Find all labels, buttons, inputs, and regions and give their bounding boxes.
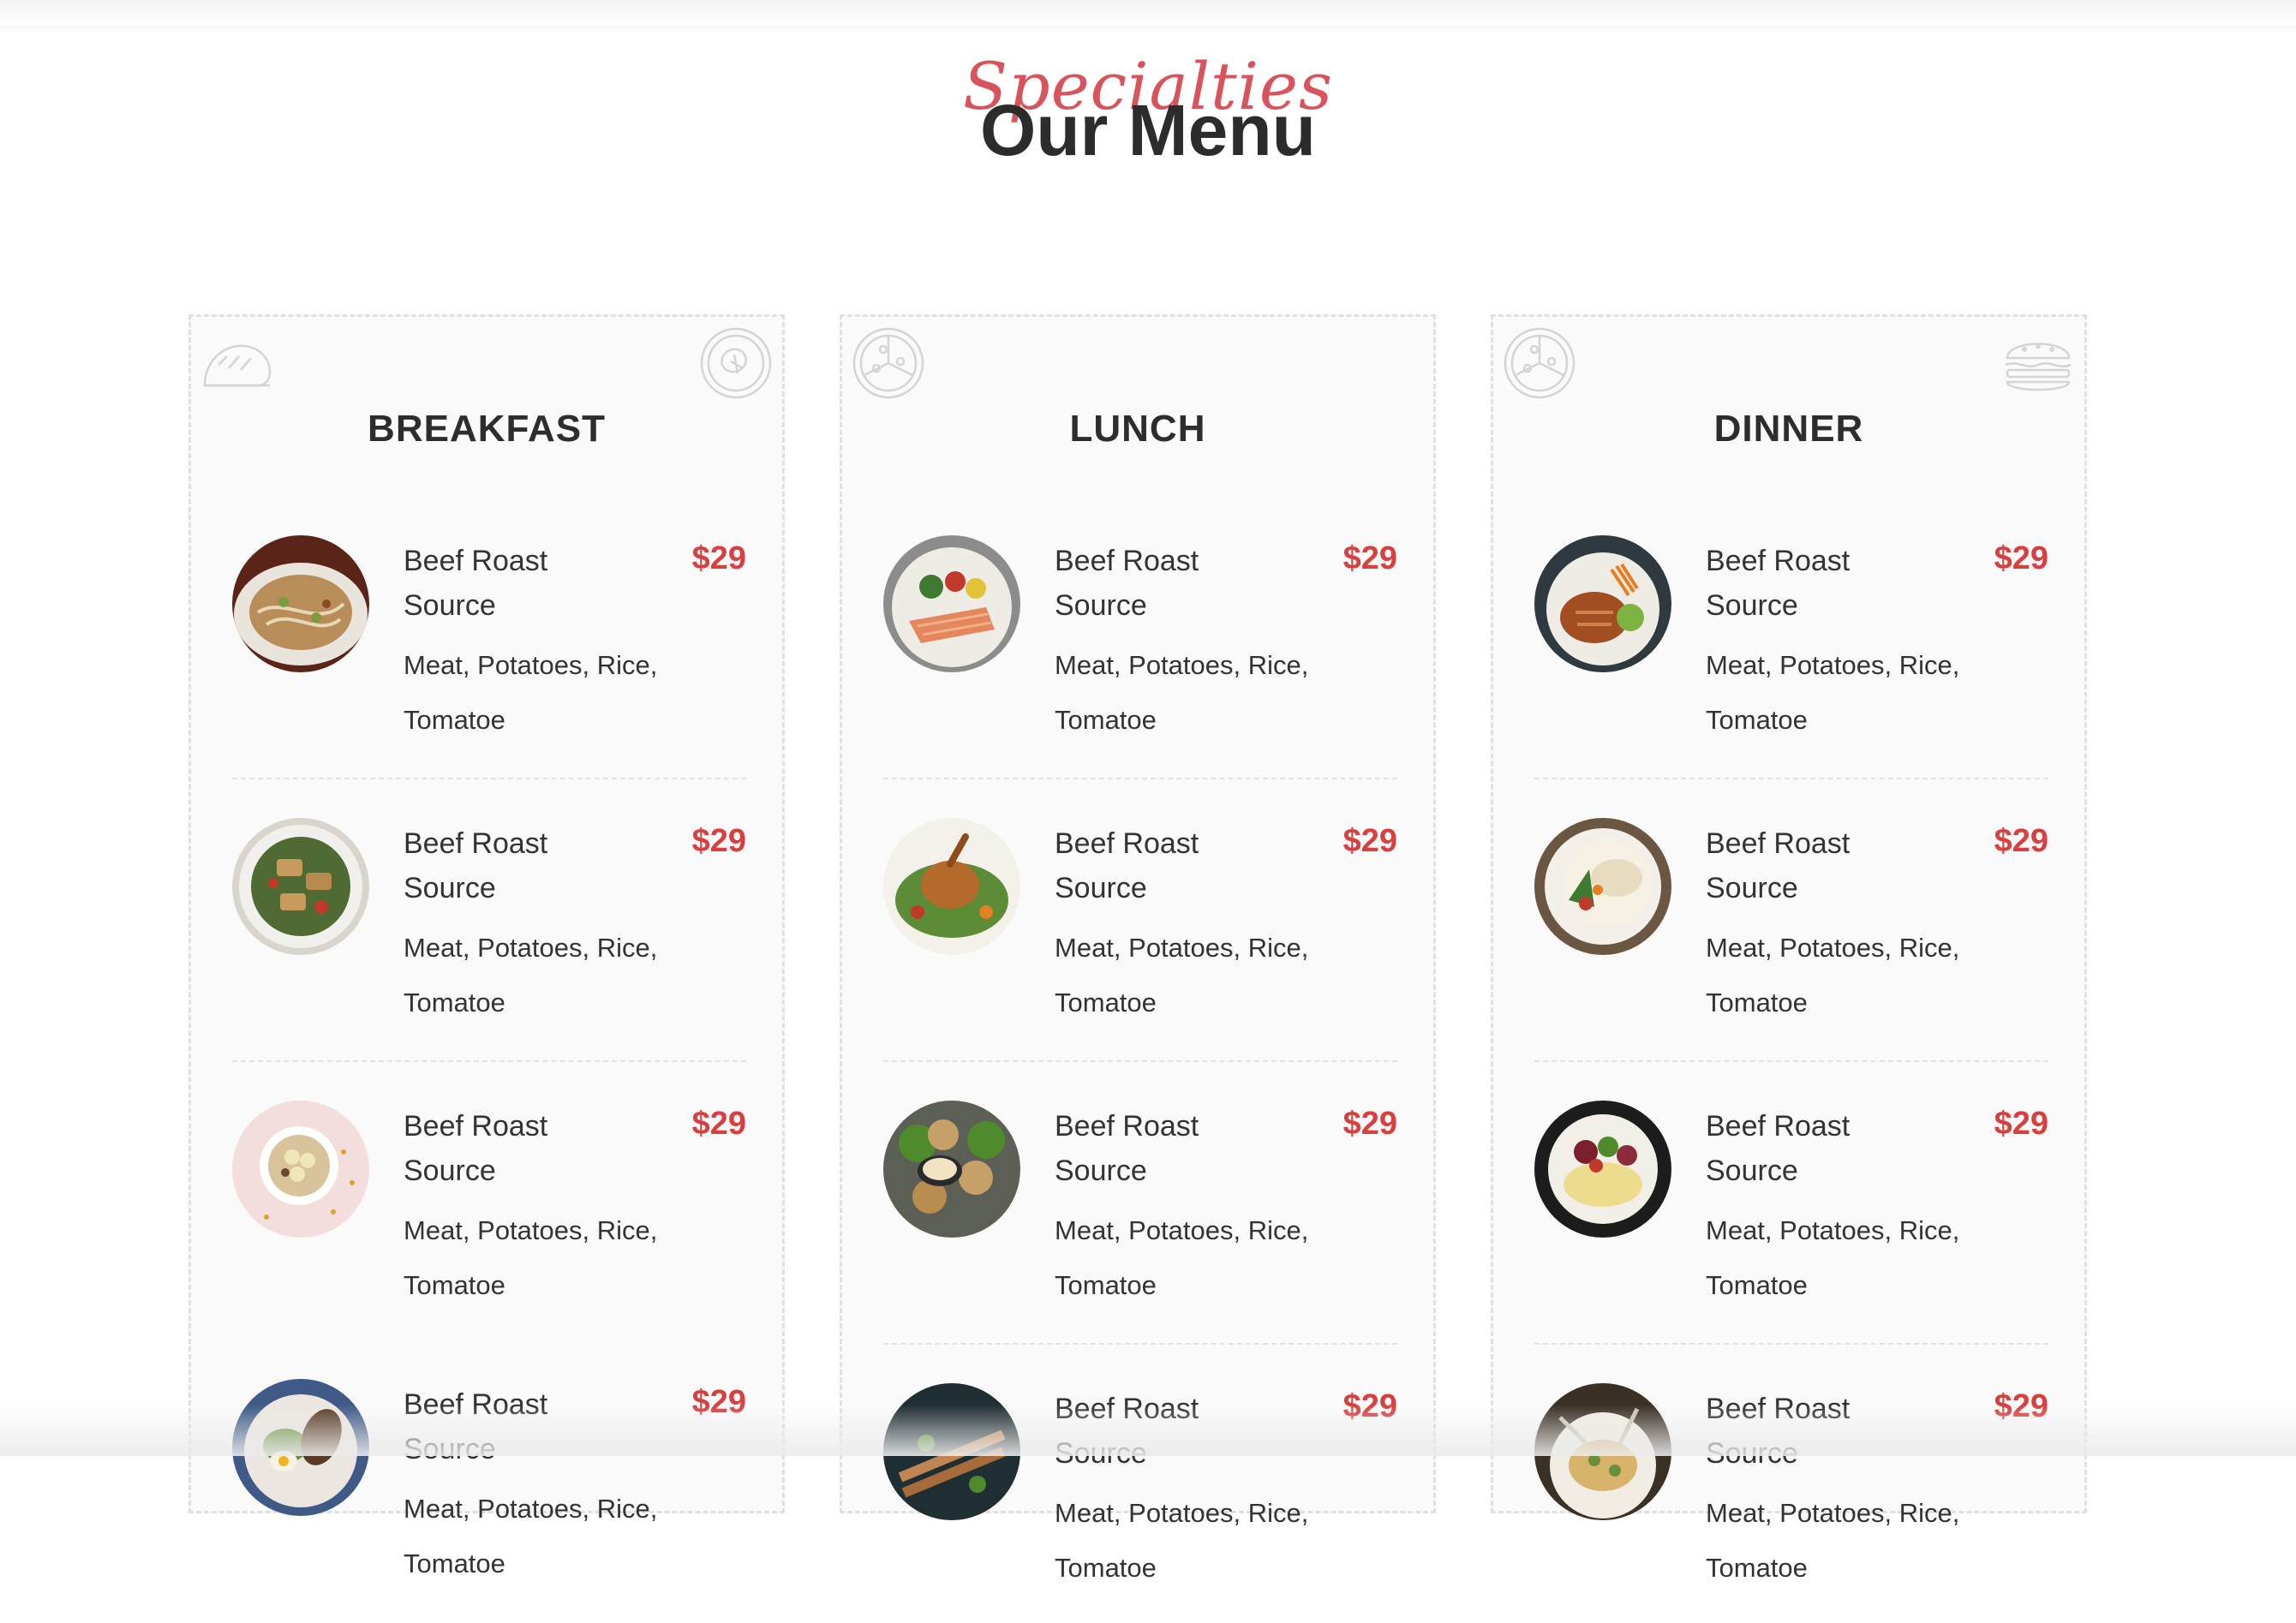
card-title: LUNCH [1069, 408, 1206, 450]
item-description: Meat, Potatoes, Rice, Tomatoe [1055, 1215, 1309, 1300]
burger-icon [2005, 343, 2072, 391]
dish-image [232, 818, 369, 955]
item-description: Meat, Potatoes, Rice, Tomatoe [1706, 1498, 1960, 1583]
dish-image [1534, 535, 1671, 672]
menu-item[interactable]: Beef Roast Source $29 Meat, Potatoes, Ri… [232, 818, 746, 1062]
item-description: Meat, Potatoes, Rice, Tomatoe [1706, 1215, 1960, 1300]
menu-item[interactable]: Beef Roast Source $29 Meat, Potatoes, Ri… [883, 535, 1397, 779]
item-price: $29 [1342, 823, 1397, 859]
divider [1534, 778, 2048, 779]
menu-card-dinner: DINNER Beef Roast Source $29 Meat, Potat… [1491, 314, 2087, 1583]
divider [232, 1060, 746, 1062]
menu-item[interactable]: Beef Roast Source $29 Meat, Potatoes, Ri… [232, 535, 746, 779]
item-description: Meat, Potatoes, Rice, Tomatoe [1055, 933, 1309, 1017]
divider [883, 1343, 1397, 1345]
item-name: Beef Roast Source [1706, 1110, 1851, 1187]
salad-bowl-icon [700, 327, 772, 399]
section-heading: Specialties Our Menu [0, 43, 2296, 180]
dish-image [232, 535, 369, 672]
menu-item[interactable]: Beef Roast Source $29 Meat, Potatoes, Ri… [883, 1101, 1397, 1345]
item-name: Beef Roast Source [404, 1110, 548, 1187]
bread-icon [203, 344, 272, 387]
item-price: $29 [691, 1106, 746, 1142]
item-name: Beef Roast Source [1706, 545, 1851, 622]
divider [1534, 1343, 2048, 1345]
divider [1534, 1060, 2048, 1062]
item-price: $29 [1994, 1106, 2048, 1142]
item-description: Meat, Potatoes, Rice, Tomatoe [1055, 650, 1309, 735]
divider [883, 1060, 1397, 1062]
dish-image [232, 1101, 369, 1238]
item-description: Meat, Potatoes, Rice, Tomatoe [1706, 650, 1960, 735]
pizza-icon [1504, 327, 1576, 399]
top-bar [0, 0, 2296, 26]
item-price: $29 [691, 540, 746, 576]
item-name: Beef Roast Source [1055, 827, 1199, 904]
card-title: BREAKFAST [368, 408, 606, 450]
card-title: DINNER [1713, 408, 1864, 450]
menu-item[interactable]: Beef Roast Source $29 Meat, Potatoes, Ri… [232, 1101, 746, 1340]
dish-image [1534, 1101, 1671, 1238]
divider [883, 778, 1397, 779]
item-price: $29 [1342, 1106, 1397, 1142]
menu-card-breakfast: BREAKFAST Beef Roast Source $29 Meat, Po… [188, 314, 785, 1578]
pizza-icon [852, 327, 924, 399]
item-price: $29 [1342, 540, 1397, 576]
dish-image [883, 818, 1020, 955]
item-description: Meat, Potatoes, Rice, Tomatoe [404, 933, 658, 1017]
menu-item[interactable]: Beef Roast Source $29 Meat, Potatoes, Ri… [1534, 818, 2048, 1062]
menu-item[interactable]: Beef Roast Source $29 Meat, Potatoes, Ri… [1534, 535, 2048, 779]
item-description: Meat, Potatoes, Rice, Tomatoe [404, 1494, 658, 1578]
item-price: $29 [1994, 823, 2048, 859]
item-name: Beef Roast Source [404, 545, 548, 622]
bottom-shadow [0, 1405, 2296, 1456]
dish-image [883, 1101, 1020, 1238]
item-description: Meat, Potatoes, Rice, Tomatoe [1706, 933, 1960, 1017]
menu-card-lunch: LUNCH Beef Roast Source $29 Meat, Potato… [840, 314, 1436, 1583]
item-description: Meat, Potatoes, Rice, Tomatoe [1055, 1498, 1309, 1583]
item-description: Meat, Potatoes, Rice, Tomatoe [404, 1215, 658, 1300]
item-name: Beef Roast Source [404, 827, 548, 904]
menu-item[interactable]: Beef Roast Source $29 Meat, Potatoes, Ri… [883, 818, 1397, 1062]
section-title: Our Menu [980, 90, 1316, 170]
item-name: Beef Roast Source [1055, 545, 1199, 622]
dish-image [883, 535, 1020, 672]
item-price: $29 [691, 823, 746, 859]
dish-image [1534, 818, 1671, 955]
item-price: $29 [1994, 540, 2048, 576]
item-description: Meat, Potatoes, Rice, Tomatoe [404, 650, 658, 735]
item-name: Beef Roast Source [1055, 1110, 1199, 1187]
menu-item[interactable]: Beef Roast Source $29 Meat, Potatoes, Ri… [1534, 1101, 2048, 1345]
item-name: Beef Roast Source [1706, 827, 1851, 904]
divider [232, 778, 746, 779]
